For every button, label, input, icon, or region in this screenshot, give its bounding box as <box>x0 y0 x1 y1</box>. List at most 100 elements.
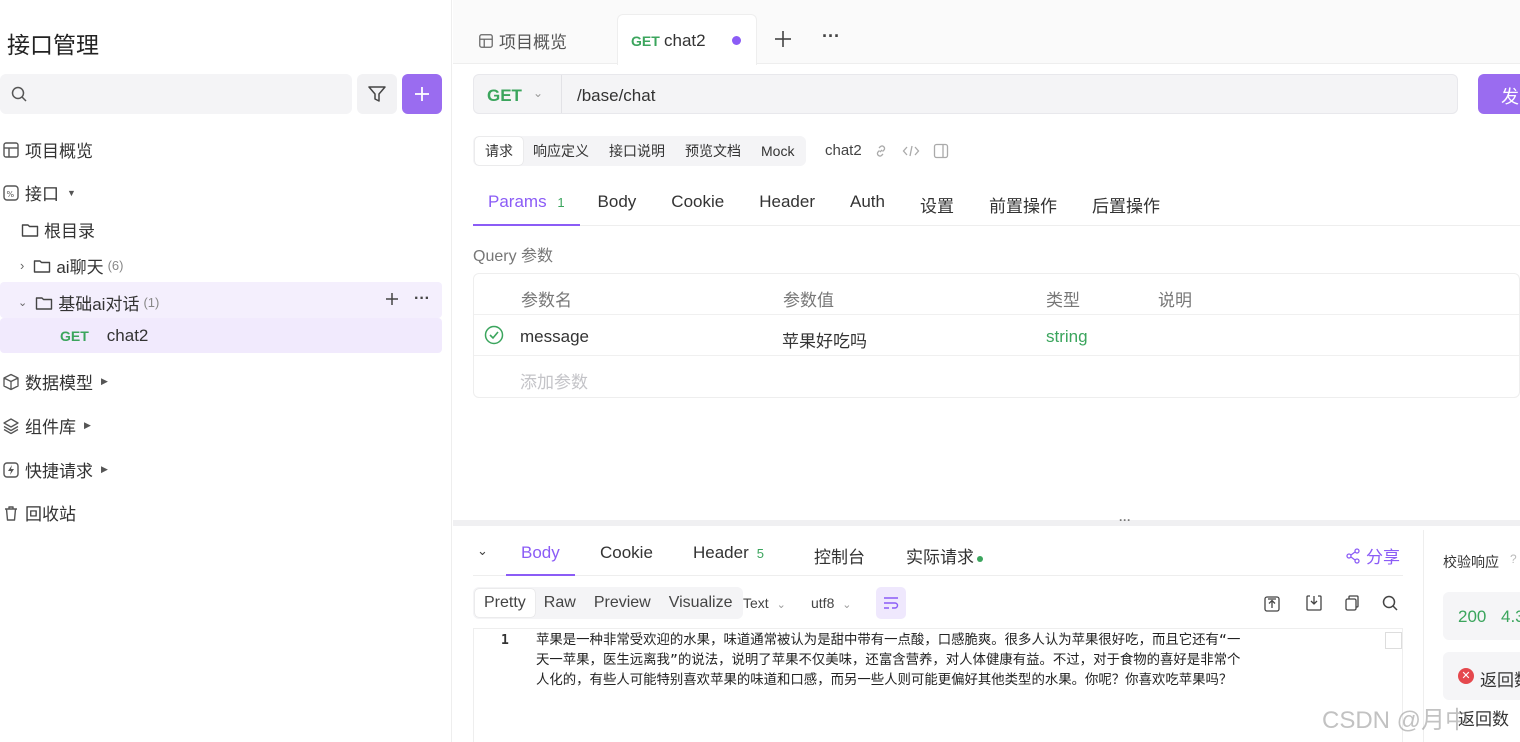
chevron-down-icon: ⌄ <box>842 599 852 611</box>
tab-chat2[interactable]: GET chat2 <box>617 14 757 65</box>
status-card: 200 4.3 <box>1443 592 1520 640</box>
tab-body[interactable]: Body <box>598 180 637 225</box>
format-visualize[interactable]: Visualize <box>660 589 742 617</box>
api-icon: % <box>2 184 20 202</box>
format-preview[interactable]: Preview <box>585 589 660 617</box>
response-line: 天一苹果，医生远离我”的说法，说明了苹果不仅美味，还富含营养，对人体健康有益。不… <box>536 653 1241 668</box>
sidebar-item-label: 快捷请求 <box>25 462 93 481</box>
more-tabs-icon[interactable]: ··· <box>822 26 840 47</box>
add-plus-icon[interactable] <box>384 291 400 307</box>
chevron-down-icon: ⌄ <box>18 297 28 309</box>
tab-response-body[interactable]: Body <box>521 543 560 563</box>
sidebar-item-quick[interactable]: 快捷请求 ▶ <box>2 457 108 482</box>
tab-label: 项目概览 <box>499 33 567 52</box>
api-name-input[interactable]: chat2 <box>825 142 862 159</box>
folder-label: ai聊天 <box>56 258 104 277</box>
error-icon: ✕ <box>1458 668 1474 684</box>
url-bar: GET ⌄ /base/chat <box>473 74 1458 114</box>
chevron-down-icon: ⌄ <box>776 599 786 611</box>
sidebar-item-trash[interactable]: 回收站 <box>2 500 76 525</box>
search-icon[interactable] <box>1381 594 1399 612</box>
tab-overview[interactable]: 项目概览 <box>478 28 567 53</box>
new-tab-plus-icon[interactable] <box>774 30 792 48</box>
panel-resize-handle[interactable]: ··· <box>453 513 1520 527</box>
tab-label: 实际请求 <box>906 548 974 567</box>
text-select[interactable]: Text ⌄ <box>743 595 786 611</box>
url-input[interactable]: /base/chat <box>577 86 655 106</box>
tab-header[interactable]: Header <box>759 180 815 225</box>
tab-console[interactable]: 控制台 <box>814 543 865 568</box>
drag-handle-icon: ··· <box>1119 513 1131 527</box>
filter-button[interactable] <box>357 74 397 114</box>
format-pretty[interactable]: Pretty <box>475 589 535 617</box>
add-param-row[interactable]: 添加参数 <box>474 356 1519 397</box>
endpoint-label: chat2 <box>106 326 149 345</box>
query-params-label: Query 参数 <box>473 248 554 265</box>
split-panel-icon[interactable] <box>933 143 949 159</box>
send-button[interactable]: 发 <box>1478 74 1520 114</box>
tab-actual-request[interactable]: 实际请求 <box>906 543 983 568</box>
minimap-box <box>1385 632 1402 649</box>
word-wrap-button[interactable] <box>876 587 906 619</box>
add-button[interactable] <box>402 74 442 114</box>
tab-params[interactable]: Params 1 <box>473 180 580 226</box>
sidebar-item-root[interactable]: 根目录 <box>21 217 95 242</box>
method-select[interactable]: GET ⌄ <box>474 75 562 113</box>
code-icon[interactable] <box>902 143 920 159</box>
copy-icon[interactable] <box>1343 594 1361 612</box>
sidebar-title: 接口管理 <box>7 32 99 58</box>
sidebar-item-label: 接口 <box>25 185 59 204</box>
method-badge: GET <box>631 33 660 49</box>
cube-icon <box>2 373 20 391</box>
subtab-mock[interactable]: Mock <box>751 139 804 163</box>
param-name[interactable]: message <box>520 327 589 347</box>
more-icon[interactable]: ··· <box>414 290 430 308</box>
line-number: 1 <box>501 633 509 648</box>
subtab-preview-doc[interactable]: 预览文档 <box>675 137 751 165</box>
sidebar-item-components[interactable]: 组件库 ▶ <box>2 413 91 438</box>
upload-icon[interactable] <box>1263 595 1281 613</box>
validate-response-label: 校验响应 <box>1443 554 1499 570</box>
download-icon[interactable] <box>1305 594 1323 612</box>
col-desc: 说明 <box>1158 291 1192 310</box>
sidebar-item-label: 回收站 <box>25 505 76 524</box>
check-circle-icon[interactable] <box>484 325 504 345</box>
caret-right-icon: ▶ <box>84 420 91 430</box>
svg-text:%: % <box>7 190 15 199</box>
sidebar-item-ai-chat[interactable]: › ai聊天 (6) <box>20 253 123 278</box>
response-line: 苹果是一种非常受欢迎的水果，味道通常被认为是甜中带有一点酸，口感脆爽。很多人认为… <box>536 633 1241 648</box>
link-icon[interactable] <box>873 143 889 159</box>
filter-icon <box>367 84 387 104</box>
tab-auth[interactable]: Auth <box>850 180 885 225</box>
search-input[interactable] <box>0 74 352 114</box>
select-value: Text <box>743 595 769 611</box>
subtab-request[interactable]: 请求 <box>475 137 523 165</box>
sidebar-item-models[interactable]: 数据模型 ▶ <box>2 369 108 394</box>
param-type[interactable]: string <box>1046 327 1088 347</box>
sidebar-item-overview[interactable]: 项目概览 <box>2 137 93 162</box>
tab-settings[interactable]: 设置 <box>920 180 954 225</box>
col-name: 参数名 <box>521 291 572 310</box>
sidebar-item-api[interactable]: % 接口 ▼ <box>2 180 76 205</box>
subtab-api-desc[interactable]: 接口说明 <box>599 137 675 165</box>
tab-cookie[interactable]: Cookie <box>671 180 724 225</box>
search-icon <box>10 85 28 103</box>
folder-icon <box>21 221 39 239</box>
tab-label: Params <box>488 192 547 211</box>
tab-post-operations[interactable]: 后置操作 <box>1092 180 1160 225</box>
tab-pre-operations[interactable]: 前置操作 <box>989 180 1057 225</box>
format-raw[interactable]: Raw <box>535 589 585 617</box>
subtab-response-def[interactable]: 响应定义 <box>523 137 599 165</box>
encoding-select[interactable]: utf8 ⌄ <box>811 595 851 611</box>
sidebar-item-label: 数据模型 <box>25 374 93 393</box>
status-code: 200 <box>1458 607 1487 626</box>
param-value[interactable]: 苹果好吃吗 <box>782 327 867 352</box>
share-button[interactable]: 分享 <box>1345 543 1400 568</box>
tab-response-cookie[interactable]: Cookie <box>600 543 653 563</box>
tab-label: chat2 <box>664 31 706 50</box>
response-body-editor[interactable]: 1 苹果是一种非常受欢迎的水果，味道通常被认为是甜中带有一点酸，口感脆爽。很多人… <box>473 628 1403 742</box>
collapse-chevron-icon[interactable]: ⌄ <box>477 543 488 559</box>
tab-response-header[interactable]: Header 5 <box>693 543 764 563</box>
sidebar: 接口管理 项目概览 % 接口 ▼ 根目录 › ai聊天 (6) ⌄ 基础ai对话… <box>0 0 452 742</box>
table-header: 参数名 参数值 类型 说明 <box>474 274 1519 315</box>
